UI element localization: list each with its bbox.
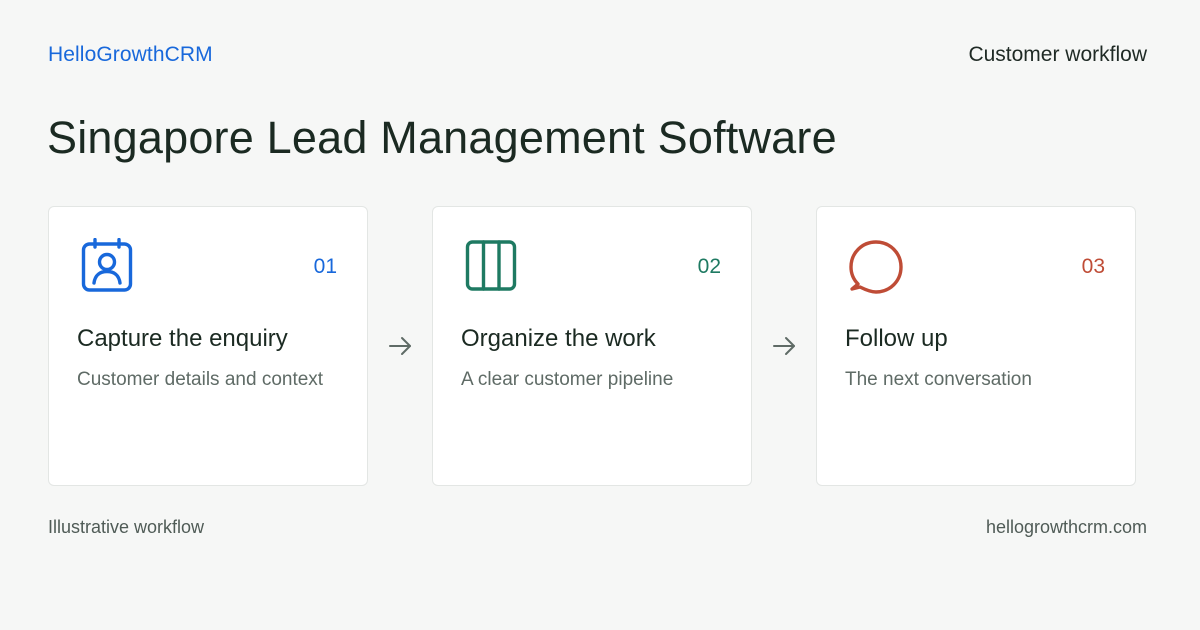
footer-domain-link[interactable]: hellogrowthcrm.com — [986, 517, 1147, 538]
section-label: Customer workflow — [968, 43, 1147, 66]
contact-card-icon — [81, 238, 133, 292]
chat-bubble-icon — [849, 240, 903, 294]
step-title: Organize the work — [461, 325, 656, 352]
step-card-follow-up: 03 Follow up The next conversation — [816, 206, 1136, 486]
step-number: 02 — [697, 255, 721, 278]
step-title: Capture the enquiry — [77, 325, 288, 352]
arrow-right-icon — [773, 337, 795, 355]
step-card-capture: 01 Capture the enquiry Customer details … — [48, 206, 368, 486]
step-description: The next conversation — [845, 369, 1032, 390]
step-description: Customer details and context — [77, 369, 324, 390]
arrow-right-icon — [389, 337, 411, 355]
step-number: 03 — [1081, 255, 1105, 278]
brand-logo-text: HelloGrowthCRM — [48, 43, 213, 66]
step-number: 01 — [313, 255, 337, 278]
page-title: Singapore Lead Management Software — [47, 112, 837, 163]
step-description: A clear customer pipeline — [461, 369, 674, 390]
footer-note: Illustrative workflow — [48, 517, 205, 537]
step-card-organize: 02 Organize the work A clear customer pi… — [432, 206, 752, 486]
step-title: Follow up — [845, 325, 948, 352]
kanban-columns-icon — [465, 240, 517, 291]
